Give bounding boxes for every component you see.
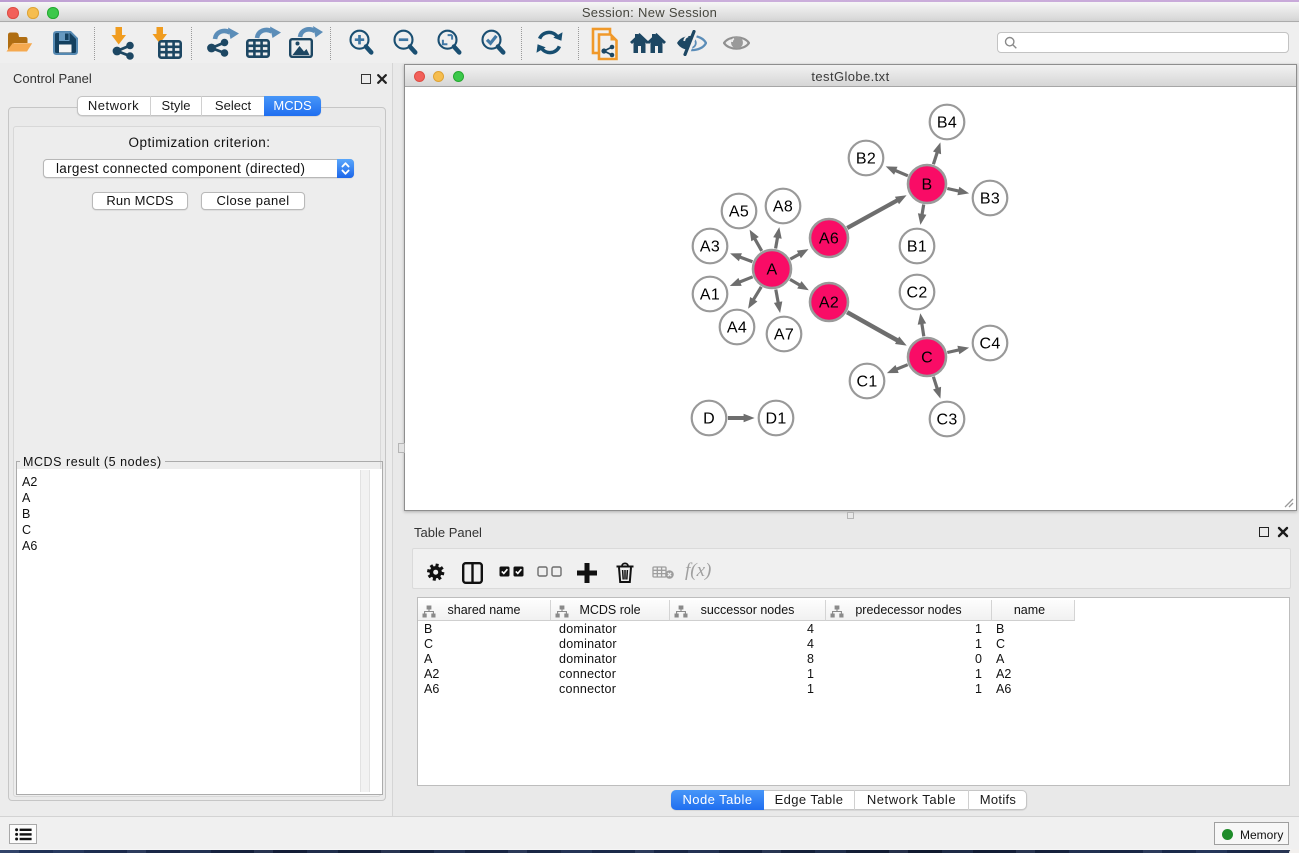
svg-text:D1: D1	[765, 411, 786, 428]
svg-text:C1: C1	[856, 374, 877, 391]
svg-text:A1: A1	[700, 287, 720, 304]
svg-text:A4: A4	[727, 320, 747, 337]
svg-text:A6: A6	[819, 231, 839, 248]
svg-text:C: C	[921, 350, 933, 367]
svg-text:B3: B3	[980, 191, 1000, 208]
svg-text:B4: B4	[937, 115, 957, 132]
svg-text:D: D	[703, 411, 715, 428]
svg-text:A5: A5	[729, 204, 749, 221]
svg-text:A2: A2	[819, 295, 839, 312]
svg-text:C3: C3	[936, 412, 957, 429]
svg-text:A8: A8	[773, 199, 793, 216]
svg-text:B2: B2	[856, 151, 876, 168]
svg-text:B1: B1	[907, 239, 927, 256]
svg-text:A7: A7	[774, 327, 794, 344]
svg-text:A: A	[767, 262, 778, 279]
svg-text:C2: C2	[906, 285, 927, 302]
svg-text:A3: A3	[700, 239, 720, 256]
svg-text:C4: C4	[979, 336, 1000, 353]
svg-text:B: B	[922, 177, 933, 194]
